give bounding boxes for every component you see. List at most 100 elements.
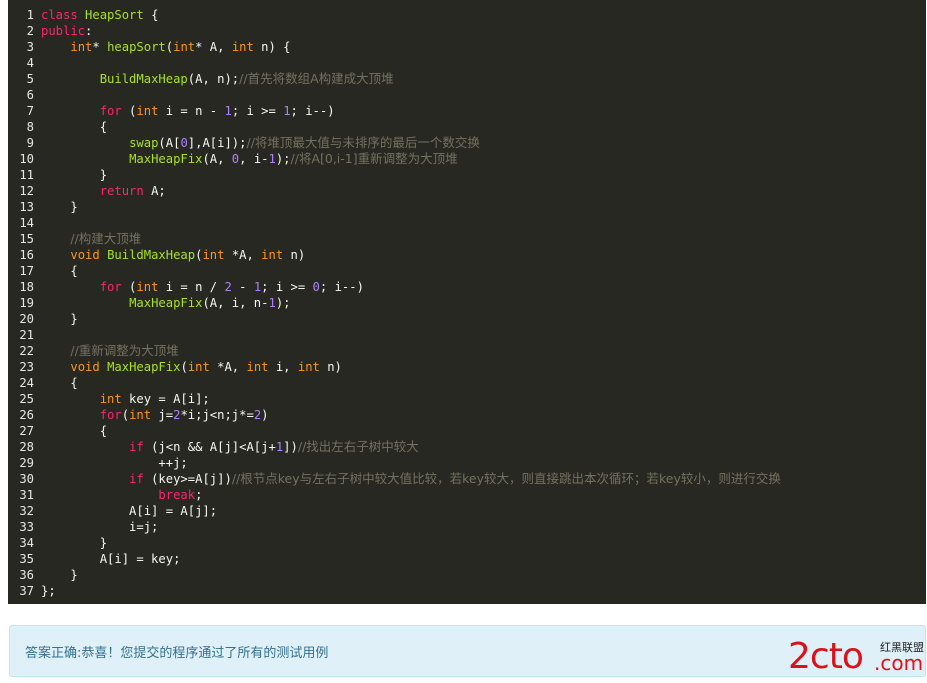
code-token: for (99, 280, 122, 294)
code-line: 25 int key = A[i]; (8, 391, 926, 407)
line-code: void MaxHeapFix(int *A, int i, int n) (41, 359, 342, 375)
code-token: return (99, 184, 144, 198)
code-token: //根节点key与左右子树中较大值比较，若key较大，则直接跳出本次循环；若ke… (231, 471, 781, 486)
code-token: ( (121, 104, 137, 118)
code-line: 21 (8, 327, 926, 343)
code-token: ; i >= (261, 280, 313, 294)
code-token: ( (121, 408, 130, 422)
code-line: 24 { (8, 375, 926, 391)
code-token: int (297, 360, 320, 374)
line-code: for (int i = n - 1; i >= 1; i--) (41, 103, 335, 119)
code-line: 23 void MaxHeapFix(int *A, int i, int n) (8, 359, 926, 375)
line-number: 24 (19, 376, 34, 390)
line-number: 20 (19, 312, 34, 326)
line-code: MaxHeapFix(A, 0, i-1);//将A[0,i-1]重新调整为大顶… (41, 151, 458, 167)
code-line: 7 for (int i = n - 1; i >= 1; i--) (8, 103, 926, 119)
code-token: ( (165, 40, 174, 54)
code-line: 11 } (8, 167, 926, 183)
code-line: 31 break; (8, 487, 926, 503)
code-line: 4 (8, 55, 926, 71)
code-token: } (41, 312, 78, 326)
line-number: 18 (19, 280, 34, 294)
line-number: 4 (26, 56, 34, 70)
code-token: int (261, 248, 284, 262)
code-token: //重新调整为大顶堆 (70, 343, 179, 358)
code-token: * A, (195, 40, 232, 54)
code-token: (j<n && A[j]<A[j+ (143, 440, 276, 454)
code-token: } (41, 200, 78, 214)
line-code: //构建大顶堆 (41, 231, 141, 247)
line-code: BuildMaxHeap(A, n);//首先将数组A构建成大顶堆 (41, 71, 394, 87)
code-token: : (85, 24, 93, 38)
code-token: BuildMaxHeap (107, 248, 196, 262)
code-token: int (136, 104, 159, 118)
code-token: ( (121, 280, 137, 294)
code-line: 29 ++j; (8, 455, 926, 471)
code-token: (A, i, n- (202, 296, 269, 310)
line-number: 30 (19, 472, 34, 486)
code-token: ; (195, 488, 203, 502)
code-token: ; i--) (290, 104, 335, 118)
code-line: 16 void BuildMaxHeap(int *A, int n) (8, 247, 926, 263)
line-code: public: (41, 23, 92, 39)
line-code: int* heapSort(int* A, int n) { (41, 39, 290, 55)
line-code: { (41, 119, 107, 135)
line-number: 14 (19, 216, 34, 230)
line-number: 12 (19, 184, 34, 198)
line-number: 27 (19, 424, 34, 438)
code-token: MaxHeapFix (107, 360, 181, 374)
code-token: int (173, 40, 196, 54)
code-line: 15 //构建大顶堆 (8, 231, 926, 247)
code-token: (A, (202, 152, 232, 166)
line-code: { (41, 375, 77, 391)
result-message: 答案正确:恭喜！您提交的程序通过了所有的测试用例 (25, 646, 329, 661)
code-line: 28 if (j<n && A[j]<A[j+1])//找出左右子树中较大 (8, 439, 926, 455)
code-token: 1 (268, 296, 276, 310)
code-editor[interactable]: 1 class HeapSort {2 public: 3 int* heapSort… (8, 0, 926, 604)
code-token: break (158, 488, 196, 502)
code-token: 1 (268, 152, 276, 166)
code-token: ; i--) (319, 280, 364, 294)
code-token: ; i >= (231, 104, 284, 118)
code-token: *A, (209, 360, 247, 374)
code-token: for (99, 104, 122, 118)
code-line: 33 i=j; (8, 519, 926, 535)
line-number: 29 (19, 456, 34, 470)
code-line: 30 if (key>=A[j])//根节点key与左右子树中较大值比较，若ke… (8, 471, 926, 487)
line-code: } (41, 199, 78, 215)
line-number: 35 (19, 552, 34, 566)
code-token: }; (41, 584, 56, 598)
code-token: int (70, 40, 93, 54)
line-number: 6 (26, 88, 34, 102)
code-token: *i;j<n;j*= (180, 408, 254, 422)
line-code: } (41, 311, 78, 327)
code-token: void (70, 360, 100, 374)
line-number: 22 (19, 344, 34, 358)
code-token: 2 (224, 280, 232, 294)
code-token: class (41, 8, 78, 22)
code-token: (A, n); (187, 72, 240, 86)
line-code: for (int i = n / 2 - 1; i >= 0; i--) (41, 279, 364, 295)
line-number: 5 (26, 72, 34, 86)
code-token: n) (319, 360, 342, 374)
code-token: int (231, 40, 254, 54)
code-token: 1 (224, 104, 232, 118)
code-token: public (41, 24, 86, 38)
line-number: 17 (19, 264, 34, 278)
code-token: *A, (224, 248, 262, 262)
line-code: } (41, 535, 107, 551)
code-token: } (41, 168, 108, 182)
code-line: 2 public: (8, 23, 926, 39)
line-number: 36 (19, 568, 34, 582)
logo-suffix: .com (874, 651, 923, 674)
line-number: 23 (19, 360, 34, 374)
